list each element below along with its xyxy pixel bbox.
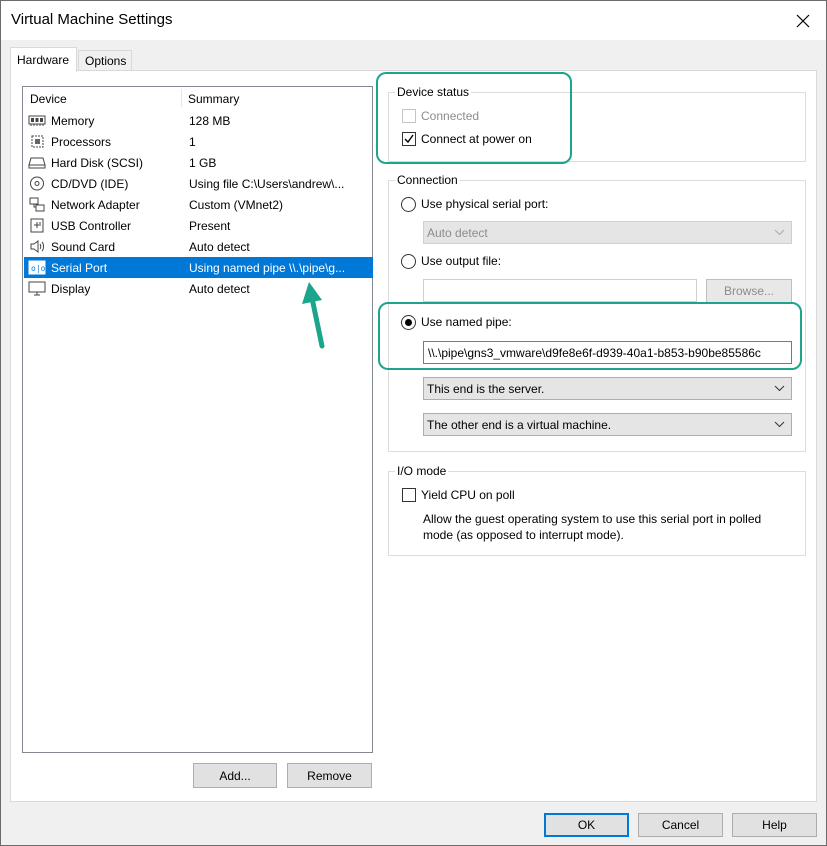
device-summary: Using named pipe \\.\pipe\g...	[189, 261, 346, 275]
add-button-label: Add...	[219, 768, 251, 783]
usb-icon	[30, 218, 44, 233]
device-name: Network Adapter	[51, 198, 140, 212]
named-pipe-highlight	[378, 302, 802, 370]
output-file-radio[interactable]	[401, 254, 416, 269]
output-file-input[interactable]	[423, 279, 697, 302]
add-button[interactable]: Add...	[193, 763, 277, 788]
device-name: Processors	[51, 135, 112, 149]
device-summary: 1 GB	[189, 156, 217, 170]
other-end-value: The other end is a virtual machine.	[427, 418, 612, 432]
io-mode-description-line-1: Allow the guest operating system to use …	[423, 512, 762, 526]
pipe-end-select[interactable]: This end is the server.	[423, 377, 792, 400]
io-mode-title: I/O mode	[395, 464, 449, 478]
title-bar: Virtual Machine Settings	[1, 1, 826, 40]
tab-hardware-label: Hardware	[17, 53, 70, 67]
remove-button[interactable]: Remove	[287, 763, 372, 788]
tab-options[interactable]: Options	[78, 50, 132, 71]
close-icon	[796, 14, 810, 27]
device-summary: 128 MB	[189, 114, 231, 128]
pipe-end-value: This end is the server.	[427, 382, 545, 396]
device-summary: Present	[189, 219, 231, 233]
chevron-down-icon	[774, 421, 785, 428]
memory-icon	[28, 115, 46, 126]
help-button-label: Help	[762, 818, 787, 832]
physical-serial-port-label: Use physical serial port:	[421, 197, 549, 211]
device-row-network-adapter[interactable]: Network Adapter Custom (VMnet2)	[24, 194, 372, 215]
close-button[interactable]	[780, 1, 826, 40]
physical-port-select[interactable]: Auto detect	[423, 221, 792, 244]
svg-text:o|o: o|o	[31, 264, 46, 273]
device-summary: Custom (VMnet2)	[189, 198, 284, 212]
physical-serial-port-radio[interactable]	[401, 197, 416, 212]
yield-cpu-checkbox[interactable]	[402, 488, 416, 502]
device-name: Serial Port	[51, 261, 108, 275]
io-mode-description-line-2: mode (as opposed to interrupt mode).	[423, 528, 624, 542]
other-end-select[interactable]: The other end is a virtual machine.	[423, 413, 792, 436]
display-icon	[28, 281, 46, 296]
cd-dvd-icon	[30, 176, 44, 191]
annotation-arrow	[302, 282, 325, 349]
browse-button-label: Browse...	[723, 284, 774, 298]
device-list[interactable]: Device Summary Memory 128 MB Processors …	[22, 86, 373, 753]
device-row-processors[interactable]: Processors 1	[24, 131, 372, 152]
device-name: Hard Disk (SCSI)	[51, 156, 144, 170]
physical-port-value: Auto detect	[427, 226, 488, 240]
hard-disk-icon	[28, 157, 46, 169]
network-adapter-icon	[29, 197, 45, 212]
help-button[interactable]: Help	[732, 813, 817, 837]
speaker-icon	[30, 240, 44, 253]
device-summary: Using file C:\Users\andrew\...	[189, 177, 345, 191]
device-row-serial-port[interactable]: o|o Serial Port Using named pipe \\.\pip…	[24, 257, 373, 278]
device-name: USB Controller	[51, 219, 132, 233]
tab-hardware[interactable]: Hardware	[10, 47, 77, 72]
device-row-hard-disk[interactable]: Hard Disk (SCSI) 1 GB	[24, 152, 372, 173]
window-title: Virtual Machine Settings	[11, 11, 173, 28]
device-column-header[interactable]: Device	[30, 92, 67, 106]
connection-title: Connection	[395, 173, 460, 187]
browse-button[interactable]: Browse...	[706, 279, 792, 303]
cancel-button[interactable]: Cancel	[638, 813, 723, 837]
device-row-cd-dvd[interactable]: CD/DVD (IDE) Using file C:\Users\andrew\…	[24, 173, 372, 194]
tab-options-label: Options	[85, 54, 127, 68]
device-row-usb-controller[interactable]: USB Controller Present	[24, 215, 372, 236]
yield-cpu-label: Yield CPU on poll	[421, 488, 515, 502]
device-name: Memory	[51, 114, 95, 128]
device-name: Display	[51, 282, 91, 296]
device-name: CD/DVD (IDE)	[51, 177, 129, 191]
cancel-button-label: Cancel	[661, 818, 700, 832]
device-status-highlight	[376, 72, 572, 164]
device-list-header: Device Summary	[23, 87, 372, 109]
device-name: Sound Card	[51, 240, 116, 254]
device-summary: Auto detect	[189, 240, 250, 254]
serial-port-icon: o|o	[28, 260, 46, 275]
column-separator[interactable]	[181, 89, 182, 107]
ok-button[interactable]: OK	[544, 813, 629, 837]
device-row-memory[interactable]: Memory 128 MB	[24, 110, 372, 131]
remove-button-label: Remove	[307, 768, 352, 783]
chevron-down-icon	[774, 229, 785, 236]
device-summary: 1	[189, 135, 196, 149]
output-file-label: Use output file:	[421, 254, 502, 268]
processor-icon	[31, 135, 44, 148]
summary-column-header[interactable]: Summary	[188, 92, 239, 106]
chevron-down-icon	[774, 385, 785, 392]
ok-button-label: OK	[577, 818, 596, 832]
device-row-sound-card[interactable]: Sound Card Auto detect	[24, 236, 372, 257]
device-summary: Auto detect	[189, 282, 250, 296]
